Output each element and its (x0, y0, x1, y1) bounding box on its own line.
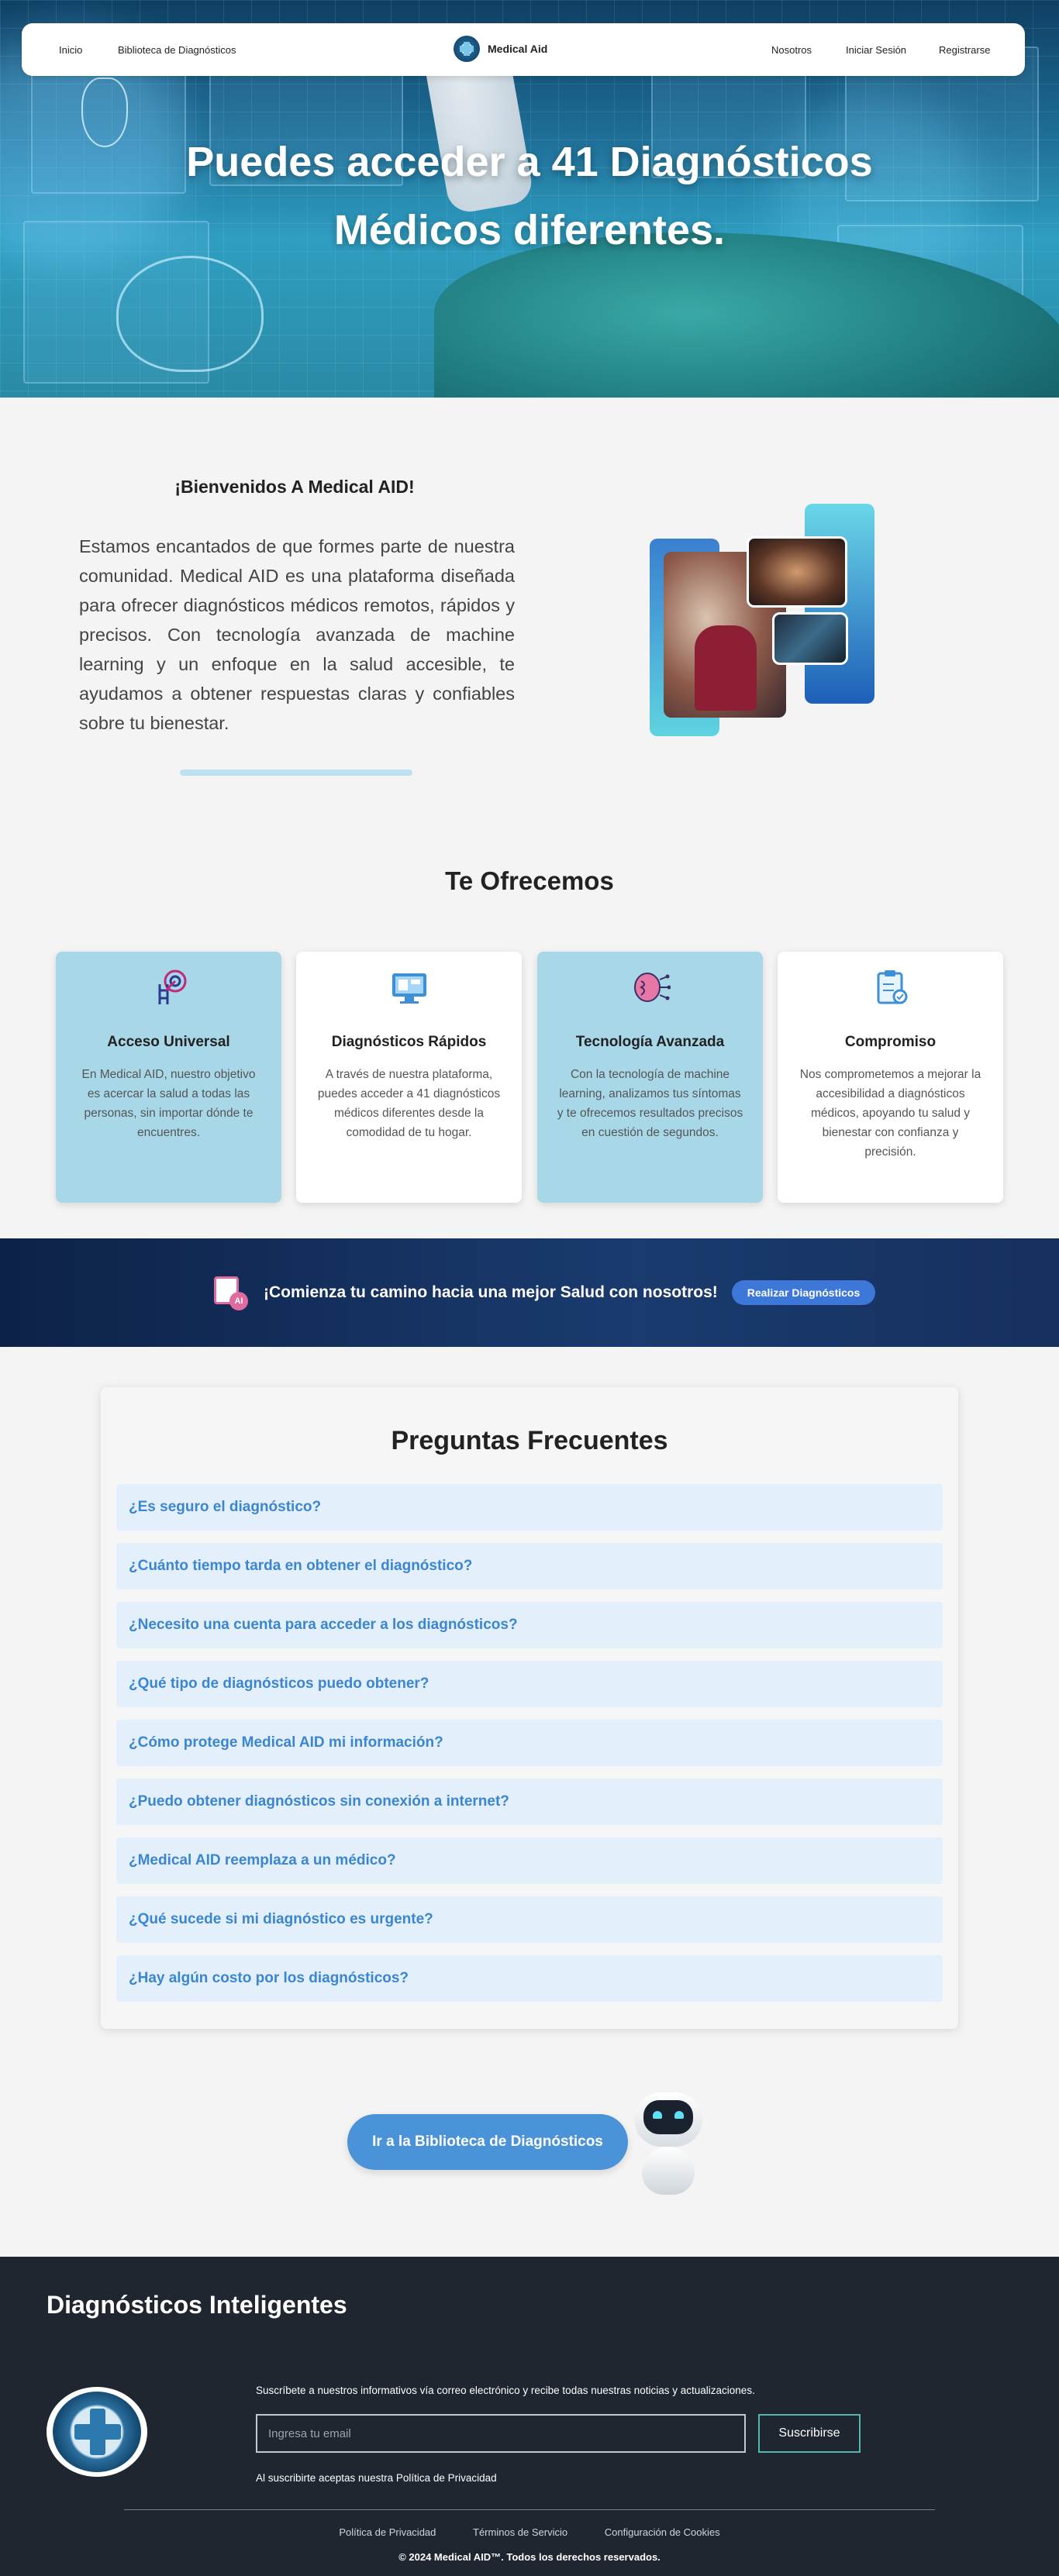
footer-link-cookies[interactable]: Configuración de Cookies (605, 2526, 720, 2538)
ai-badge: AI (229, 1292, 248, 1310)
offer-card-title: Compromiso (844, 1034, 937, 1050)
welcome-divider (180, 770, 412, 776)
robot-face (643, 2100, 693, 2134)
offer-card-text: A través de nuestra plataforma, puedes a… (317, 1068, 501, 1139)
offer-card: Acceso Universal En Medical AID, nuestro… (56, 952, 281, 1203)
subscribe-button[interactable]: Suscribirse (758, 2414, 861, 2453)
collage-photo-elderly (747, 536, 847, 608)
footer-link-privacy[interactable]: Política de Privacidad (339, 2526, 436, 2538)
offer-card-title: Diagnósticos Rápidos (331, 1034, 487, 1050)
nav-link-nosotros[interactable]: Nosotros (771, 44, 812, 56)
subscribe-text: Suscríbete a nuestros informativos vía c… (256, 2385, 755, 2396)
welcome-photo-collage (650, 504, 874, 736)
nav-link-register[interactable]: Registrarse (939, 44, 990, 56)
footer-divider (124, 2509, 935, 2510)
offer-cards: Acceso Universal En Medical AID, nuestro… (56, 952, 1003, 1203)
faq-title: Preguntas Frecuentes (391, 1426, 668, 1455)
nav-link-login[interactable]: Iniciar Sesión (846, 44, 906, 56)
hero-brain-hologram (116, 256, 264, 372)
hero-title-line2: Médicos diferentes. (333, 207, 726, 253)
clipboard-icon (871, 967, 911, 1007)
nav-link-biblioteca[interactable]: Biblioteca de Diagnósticos (118, 44, 236, 56)
faq-item[interactable]: ¿Qué sucede si mi diagnóstico es urgente… (116, 1896, 943, 1943)
faq-item[interactable]: ¿Medical AID reemplaza a un médico? (116, 1837, 943, 1884)
medical-cross-logo-icon (454, 36, 480, 62)
offer-card: Compromiso Nos comprometemos a mejorar l… (778, 952, 1003, 1203)
brand-name: Medical Aid (488, 43, 548, 55)
robot-eye (653, 2111, 662, 2119)
footer-link-terms[interactable]: Términos de Servicio (473, 2526, 567, 2538)
robot-eye (674, 2111, 684, 2119)
cta-band-text: ¡Comienza tu camino hacia una mejor Salu… (264, 1283, 718, 1301)
brand[interactable]: Medical Aid (454, 36, 547, 62)
faq-item[interactable]: ¿Cómo protege Medical AID mi información… (116, 1720, 943, 1766)
library-button[interactable]: Ir a la Biblioteca de Diagnósticos (347, 2114, 628, 2170)
logo-cross-horizontal (74, 2424, 121, 2440)
offer-card: Tecnología Avanzada Con la tecnología de… (537, 952, 763, 1203)
copyright: © 2024 Medical AID™. Todos los derechos … (398, 2551, 661, 2563)
offer-title: Te Ofrecemos (445, 866, 614, 895)
faq-section: Preguntas Frecuentes ¿Es seguro el diagn… (101, 1387, 958, 2029)
faq-item[interactable]: ¿Cuánto tiempo tarda en obtener el diagn… (116, 1543, 943, 1589)
hero-title-line1: Puedes acceder a 41 Diagnósticos (186, 139, 873, 185)
ladder-target-icon (149, 967, 189, 1007)
footer-links: Política de Privacidad Términos de Servi… (0, 2526, 1059, 2538)
start-diagnostics-button[interactable]: Realizar Diagnósticos (731, 1280, 876, 1305)
navbar: Inicio Biblioteca de Diagnósticos Medica… (22, 23, 1025, 76)
welcome-text: Estamos encantados de que formes parte d… (79, 536, 515, 733)
offer-card-text: En Medical AID, nuestro objetivo es acer… (81, 1068, 256, 1139)
brain-circuit-icon (630, 967, 671, 1007)
faq-item[interactable]: ¿Puedo obtener diagnósticos sin conexión… (116, 1779, 943, 1825)
policy-note: Al suscribirte aceptas nuestra Política … (256, 2472, 497, 2484)
footer: Diagnósticos Inteligentes Suscríbete a n… (0, 2257, 1059, 2576)
faq-item[interactable]: ¿Necesito una cuenta para acceder a los … (116, 1602, 943, 1648)
offer-card-title: Tecnología Avanzada (575, 1034, 725, 1050)
email-input[interactable] (256, 2414, 746, 2453)
cta-band: AI ¡Comienza tu camino hacia una mejor S… (0, 1238, 1059, 1347)
offer-card-text: Con la tecnología de machine learning, a… (557, 1068, 743, 1139)
ai-document-icon: AI (212, 1275, 250, 1310)
page: Puedes acceder a 41 Diagnósticos Médicos… (0, 0, 1059, 2576)
monitor-icon (389, 967, 429, 1007)
robot-mascot-icon (625, 2089, 715, 2195)
faq-item[interactable]: ¿Qué tipo de diagnósticos puedo obtener? (116, 1661, 943, 1707)
footer-medical-logo-icon (47, 2387, 147, 2477)
faq-item[interactable]: ¿Hay algún costo por los diagnósticos? (116, 1955, 943, 2002)
collage-photo-telemedicine (772, 612, 848, 665)
offer-card-title: Acceso Universal (107, 1034, 230, 1050)
faq-item[interactable]: ¿Es seguro el diagnóstico? (116, 1484, 943, 1531)
nav-link-inicio[interactable]: Inicio (59, 44, 82, 56)
robot-body (642, 2147, 695, 2195)
cta-band-content: AI ¡Comienza tu camino hacia una mejor S… (212, 1275, 876, 1310)
hero-title: Puedes acceder a 41 Diagnósticos Médicos… (0, 128, 1059, 264)
footer-title: Diagnósticos Inteligentes (47, 2291, 347, 2319)
welcome-title: ¡Bienvenidos A Medical AID! (174, 477, 415, 497)
offer-card: Diagnósticos Rápidos A través de nuestra… (296, 952, 522, 1203)
offer-card-text: Nos comprometemos a mejorar la accesibil… (799, 1068, 981, 1159)
